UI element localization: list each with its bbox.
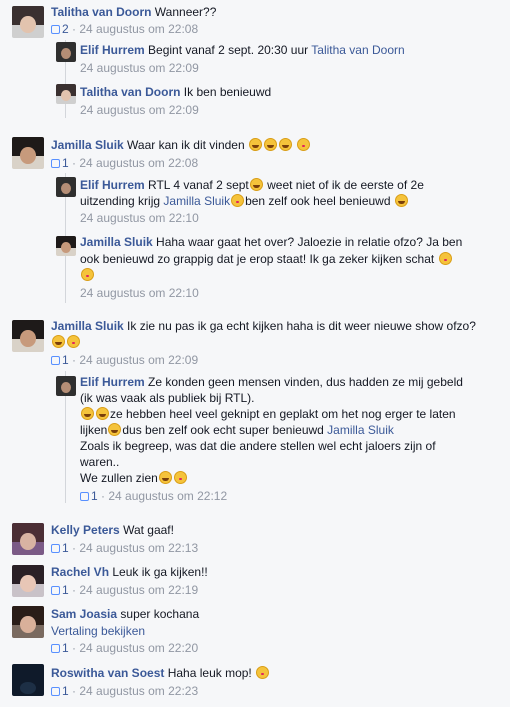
avatar[interactable] [56,177,76,197]
comment-text: Ik zie nu pas ik ga echt kijken haha is … [127,319,476,333]
timestamp[interactable]: 24 augustus om 22:09 [80,103,199,117]
avatar[interactable] [12,565,44,597]
like-count[interactable]: 1 [62,353,69,367]
comment-text: super kochana [120,607,200,621]
author-name[interactable]: Jamilla Sluik [80,235,153,249]
thumb-like-icon[interactable] [51,159,60,168]
avatar[interactable] [56,84,76,104]
timestamp[interactable]: 24 augustus om 22:08 [79,156,198,170]
reply-text: Ik ben benieuwd [183,85,272,99]
timestamp[interactable]: 24 augustus om 22:12 [108,489,227,503]
author-name[interactable]: Talitha van Doorn [51,5,151,19]
laughing-emoji-icon [249,178,263,191]
timestamp[interactable]: 24 augustus om 22:09 [79,353,198,367]
mention-link[interactable]: Jamilla Sluik [163,194,230,208]
avatar[interactable] [12,664,44,696]
kiss-emoji-icon [81,268,94,281]
timestamp[interactable]: 24 augustus om 22:10 [80,286,199,300]
like-count[interactable]: 1 [62,684,69,698]
like-count[interactable]: 1 [91,489,98,503]
avatar[interactable] [56,42,76,62]
laughing-emoji-icon [264,138,277,151]
author-name[interactable]: Talitha van Doorn [80,85,180,99]
avatar[interactable] [12,6,44,38]
timestamp[interactable]: 24 augustus om 22:13 [79,541,198,555]
kiss-emoji-icon [173,471,187,484]
timestamp[interactable]: 24 augustus om 22:10 [80,211,199,225]
author-name[interactable]: Jamilla Sluik [51,138,124,152]
author-name[interactable]: Elif Hurrem [80,375,145,389]
laughing-emoji-icon [158,471,172,484]
comment-text: Wat gaaf! [123,523,174,537]
author-name[interactable]: Sam Joasia [51,607,117,621]
thumb-like-icon[interactable] [80,492,89,501]
avatar[interactable] [12,137,44,169]
reply-text: Begint vanaf 2 sept. 20:30 uur [148,43,309,57]
mention-link[interactable]: Jamilla Sluik [327,423,394,437]
timestamp[interactable]: 24 augustus om 22:19 [79,583,198,597]
like-count[interactable]: 1 [62,541,69,555]
avatar[interactable] [56,376,76,396]
comment-text: Wanneer?? [154,5,217,19]
thumb-like-icon[interactable] [51,25,60,34]
translate-link[interactable]: Vertaling bekijken [51,624,145,638]
kiss-emoji-icon [256,666,270,679]
avatar[interactable] [12,606,44,638]
author-name[interactable]: Rachel Vh [51,565,109,579]
blushing-emoji-icon [108,423,122,436]
laughing-emoji-icon [394,194,408,207]
like-count[interactable]: 1 [62,583,69,597]
author-name[interactable]: Kelly Peters [51,523,120,537]
like-count[interactable]: 1 [62,641,69,655]
thumb-like-icon[interactable] [51,586,60,595]
kiss-emoji-icon [438,252,452,265]
mention-link[interactable]: Talitha van Doorn [311,43,404,57]
timestamp[interactable]: 24 augustus om 22:23 [79,684,198,698]
thumb-like-icon[interactable] [51,644,60,653]
comment-text: Waar kan ik dit vinden [127,138,245,152]
avatar[interactable] [12,320,44,352]
kiss-emoji-icon [231,194,245,207]
thumb-like-icon[interactable] [51,544,60,553]
laughing-emoji-icon [96,407,109,420]
avatar[interactable] [56,236,76,256]
avatar[interactable] [12,523,44,555]
author-name[interactable]: Elif Hurrem [80,178,145,192]
author-name[interactable]: Jamilla Sluik [51,319,124,333]
thumb-like-icon[interactable] [51,687,60,696]
author-name[interactable]: Elif Hurrem [80,43,145,57]
timestamp[interactable]: 24 augustus om 22:08 [79,22,198,36]
laughing-emoji-icon [52,335,65,348]
thumb-like-icon[interactable] [51,356,60,365]
comment-text: Leuk ik ga kijken!! [112,565,208,579]
kiss-emoji-icon [297,138,311,151]
author-name[interactable]: Roswitha van Soest [51,666,164,680]
timestamp[interactable]: 24 augustus om 22:20 [79,641,198,655]
kiss-emoji-icon [67,335,80,348]
like-count[interactable]: 1 [62,156,69,170]
like-count[interactable]: 2 [62,22,69,36]
laughing-emoji-icon [249,138,262,151]
timestamp[interactable]: 24 augustus om 22:09 [80,61,199,75]
laughing-emoji-icon [279,138,292,151]
comment-text: Haha leuk mop! [167,666,252,680]
laughing-emoji-icon [81,407,94,420]
